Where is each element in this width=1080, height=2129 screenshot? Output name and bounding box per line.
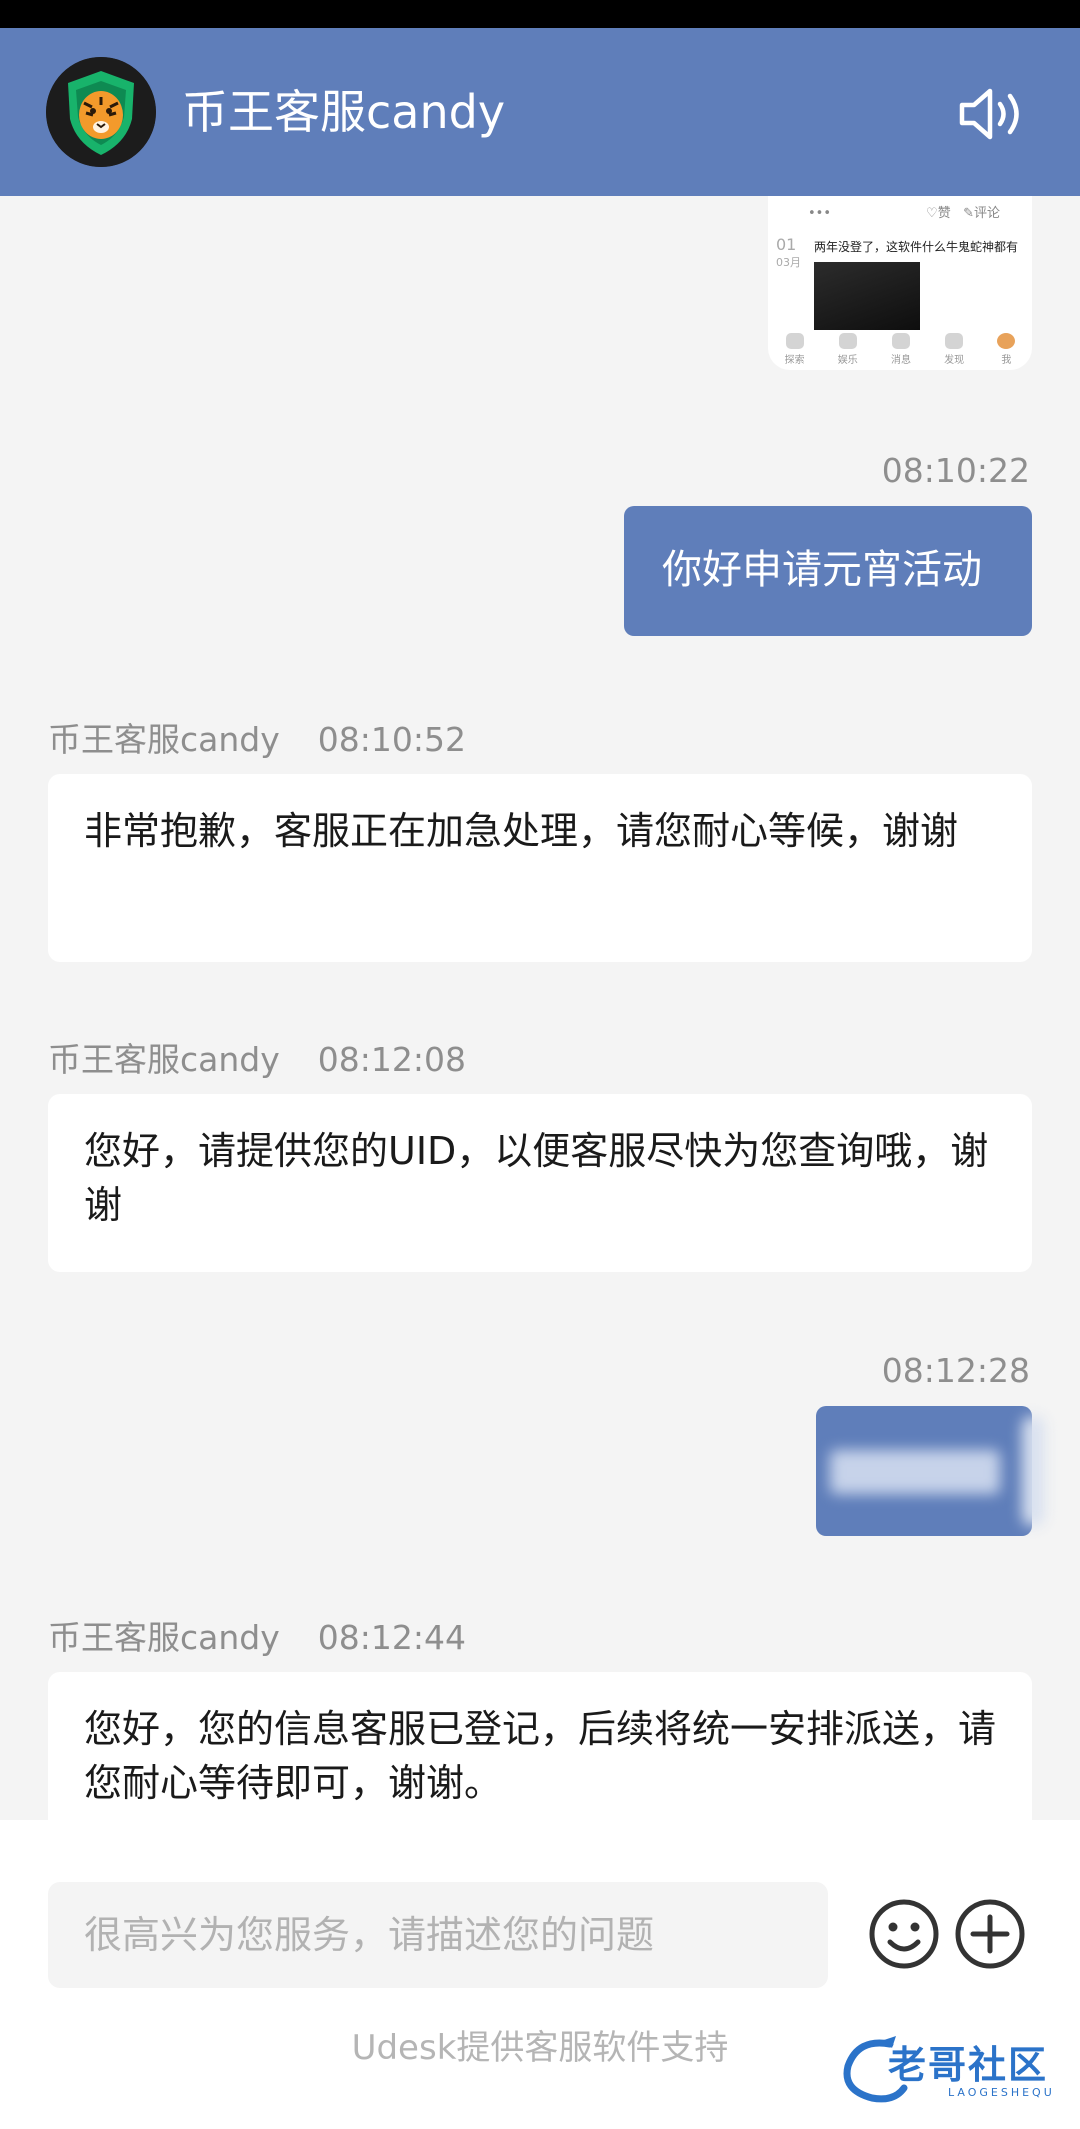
screenshot-nav-item: 我: [997, 333, 1016, 366]
incoming-message-bubble[interactable]: 您好，请提供您的UID，以便客服尽快为您查询哦，谢谢: [48, 1094, 1032, 1272]
message-list[interactable]: ••• ♡赞 ✎评论 01 03月 两年没登了，这软件什么牛鬼蛇神都有 探索 娱乐…: [0, 196, 1080, 1820]
message-meta: 币王客服candy 08:12:08: [48, 1040, 466, 1080]
outgoing-message-bubble[interactable]: 你好申请元宵活动: [624, 506, 1032, 636]
sender-name: 币王客服candy: [48, 720, 280, 759]
message-timestamp: 08:12:44: [317, 1618, 466, 1657]
screenshot-nav-item: 发现: [944, 333, 964, 366]
message-timestamp: 08:12:08: [317, 1040, 466, 1079]
message-meta: 币王客服candy 08:12:44: [48, 1618, 466, 1658]
plus-circle-icon[interactable]: [954, 1898, 1026, 1970]
watermark-text: 老哥社区: [888, 2043, 1049, 2087]
screenshot-toolbar: ••• ♡赞 ✎评论: [808, 206, 1001, 221]
screenshot-nav-item: 探索: [785, 333, 805, 366]
message-timestamp: 08:10:22: [881, 451, 1030, 490]
screenshot-nav: 探索 娱乐 消息 发现 我: [768, 333, 1032, 366]
screenshot-photo: [814, 262, 920, 330]
speaker-icon[interactable]: [958, 86, 1030, 142]
message-meta: 币王客服candy 08:10:52: [48, 720, 466, 760]
outgoing-redacted-bubble[interactable]: [816, 1406, 1032, 1536]
incoming-message-bubble[interactable]: 非常抱歉，客服正在加急处理，请您耐心等候，谢谢: [48, 774, 1032, 962]
redacted-content: [830, 1450, 1000, 1494]
message-input[interactable]: [48, 1882, 828, 1988]
screenshot-date: 01 03月: [776, 235, 801, 270]
message-composer: Udesk提供客服软件支持 老哥社区 LAOGESHEQU: [0, 1820, 1080, 2129]
message-timestamp: 08:12:28: [881, 1351, 1030, 1390]
screenshot-nav-item: 娱乐: [838, 333, 858, 366]
agent-avatar[interactable]: [46, 57, 156, 167]
screenshot-post-text: 两年没登了，这软件什么牛鬼蛇神都有: [814, 240, 1019, 254]
smiley-icon[interactable]: [868, 1898, 940, 1970]
redacted-overflow: [1022, 1416, 1044, 1526]
sender-name: 币王客服candy: [48, 1618, 280, 1657]
message-timestamp: 08:10:52: [317, 720, 466, 759]
incoming-message-bubble[interactable]: 您好，您的信息客服已登记，后续将统一安排派送，请您耐心等待即可，谢谢。: [48, 1672, 1032, 1820]
watermark-logo: 老哥社区 LAOGESHEQU: [838, 2032, 1062, 2106]
watermark-subtext: LAOGESHEQU: [948, 2086, 1055, 2099]
chat-header: 币王客服candy: [0, 28, 1080, 196]
agent-name-title: 币王客服candy: [182, 85, 506, 139]
status-bar: [0, 0, 1080, 28]
sender-name: 币王客服candy: [48, 1040, 280, 1079]
screenshot-nav-item: 消息: [891, 333, 911, 366]
shared-screenshot-image[interactable]: ••• ♡赞 ✎评论 01 03月 两年没登了，这软件什么牛鬼蛇神都有 探索 娱乐…: [768, 196, 1032, 370]
